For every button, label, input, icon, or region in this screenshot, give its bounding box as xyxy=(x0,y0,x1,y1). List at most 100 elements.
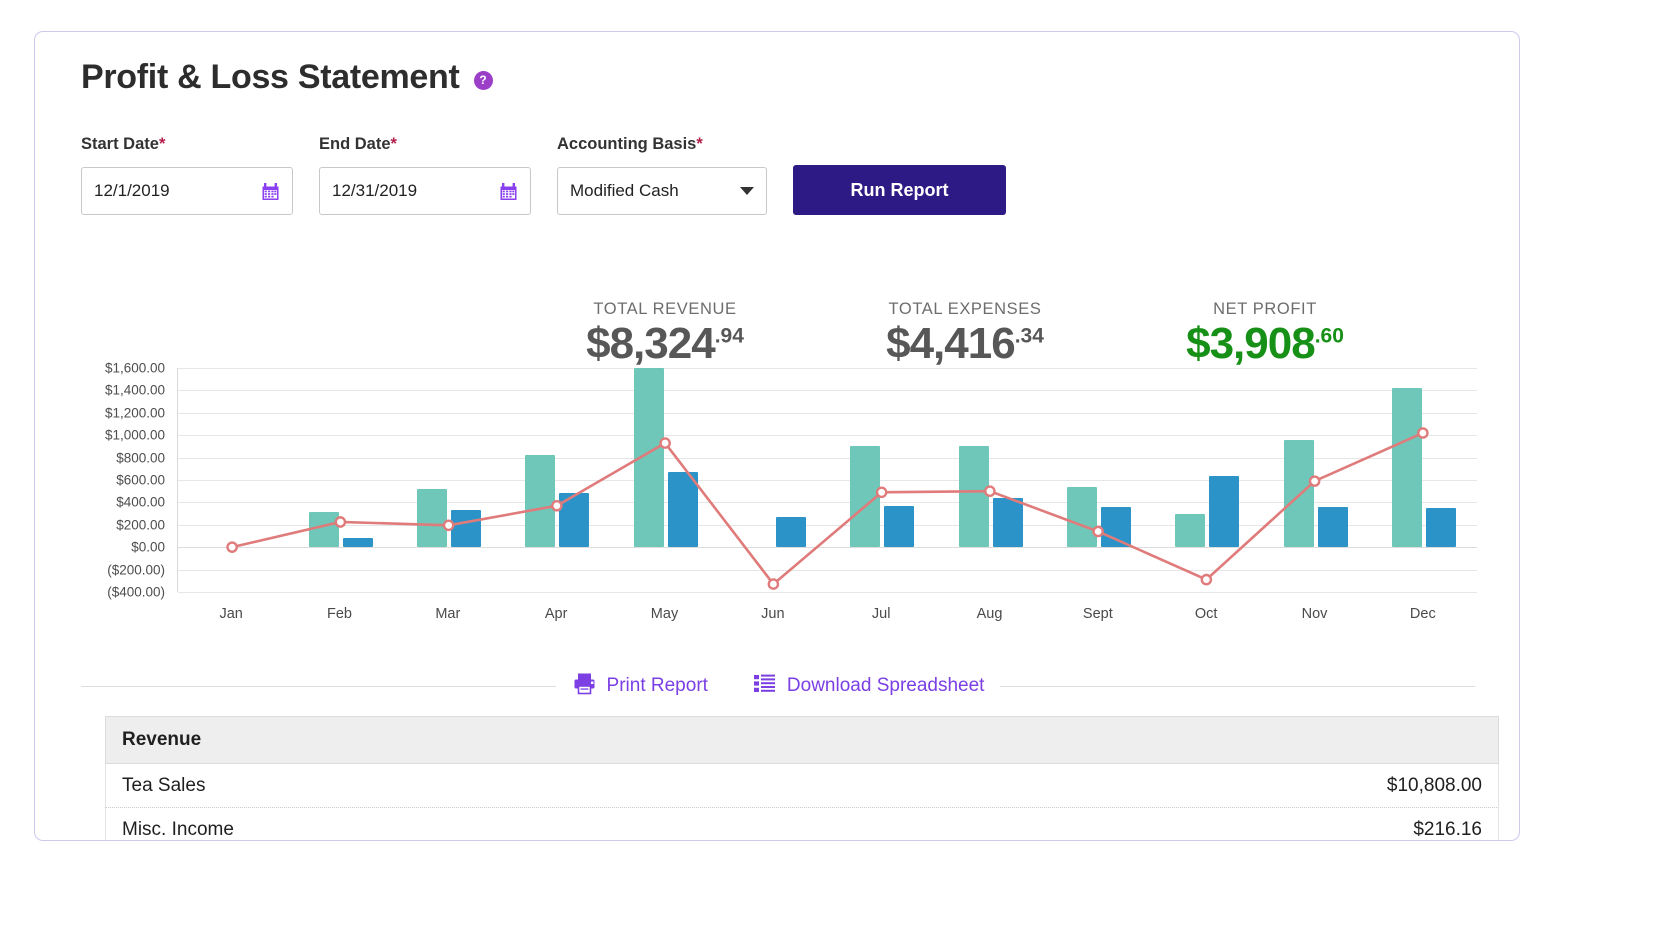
kpi-dollars: $8,324 xyxy=(586,319,716,368)
x-axis-tick-label: Apr xyxy=(544,606,568,622)
required-marker: * xyxy=(696,135,703,153)
y-axis-tick-label: $400.00 xyxy=(116,494,165,510)
y-axis-tick-label: $1,400.00 xyxy=(104,382,165,398)
page-title: Profit & Loss Statement xyxy=(81,58,460,96)
net-profit-point[interactable] xyxy=(442,519,455,532)
net-profit-point[interactable] xyxy=(1308,475,1321,487)
chart-y-axis: $1,600.00 $1,400.00 $1,200.00 $1,000.00 $800… xyxy=(81,361,171,600)
calendar-icon[interactable] xyxy=(261,182,280,201)
print-report-link[interactable]: Print Report xyxy=(556,671,724,702)
kpi-cents: .34 xyxy=(1014,324,1044,348)
net-profit-point[interactable] xyxy=(226,541,238,553)
run-report-button[interactable]: Run Report xyxy=(793,165,1006,215)
x-axis-tick-label: Jan xyxy=(219,606,243,622)
kpi-total-expenses: TOTAL EXPENSES $4,416.34 xyxy=(815,300,1115,367)
net-profit-point[interactable] xyxy=(1200,573,1213,586)
accounting-basis-label: Accounting Basis* xyxy=(557,135,703,153)
kpi-label: TOTAL REVENUE xyxy=(593,300,737,318)
kpi-total-revenue: TOTAL REVENUE $8,324.94 xyxy=(515,300,815,367)
report-card: Profit & Loss Statement ? Start Date* 12… xyxy=(34,31,1520,841)
chart-net-profit-line xyxy=(226,427,1429,590)
end-date-value: 12/31/2019 xyxy=(332,181,418,200)
table-section-header: Revenue xyxy=(105,716,1499,764)
x-axis-tick-label: Dec xyxy=(1409,606,1436,622)
report-table: Revenue Tea Sales $10,808.00 Misc. Income $… xyxy=(105,716,1499,840)
end-date-input[interactable]: 12/31/2019 xyxy=(319,167,531,215)
net-profit-point[interactable] xyxy=(1092,525,1104,538)
page-header: Profit & Loss Statement ? xyxy=(81,60,493,94)
kpi-label: TOTAL EXPENSES xyxy=(888,300,1042,318)
net-profit-point[interactable] xyxy=(984,485,996,497)
x-axis-tick-label: Jun xyxy=(761,606,785,622)
print-report-label: Print Report xyxy=(606,675,708,696)
x-axis-tick-label: Mar xyxy=(435,606,461,622)
kpi-cents: .60 xyxy=(1314,324,1344,348)
net-profit-point[interactable] xyxy=(767,578,780,590)
x-axis-tick-label: Sept xyxy=(1082,606,1113,622)
download-spreadsheet-label: Download Spreadsheet xyxy=(786,675,985,696)
divider xyxy=(81,685,556,687)
gridline xyxy=(178,592,1477,593)
kpi-label: NET PROFIT xyxy=(1213,300,1317,318)
profit-loss-chart: $1,600.00 $1,400.00 $1,200.00 $1,000.00 $800… xyxy=(81,361,1481,638)
required-marker: * xyxy=(390,135,397,153)
x-axis-tick-label: Nov xyxy=(1301,606,1328,622)
net-profit-point[interactable] xyxy=(659,437,671,449)
table-row-amount: $216.16 xyxy=(1413,818,1482,840)
end-date-label: End Date* xyxy=(319,135,397,153)
y-axis-tick-label: $1,200.00 xyxy=(104,405,165,421)
y-axis-tick-label: ($200.00) xyxy=(107,562,165,578)
net-profit-line-path xyxy=(231,431,1424,586)
table-row: Misc. Income $216.16 xyxy=(105,808,1499,840)
accounting-basis-value: Modified Cash xyxy=(570,181,679,200)
chart-plot-area xyxy=(177,368,1477,593)
kpi-net-profit: NET PROFIT $3,908.60 xyxy=(1115,300,1415,367)
x-axis-tick-label: Feb xyxy=(327,606,352,622)
net-profit-point[interactable] xyxy=(1417,427,1429,439)
start-date-label: Start Date* xyxy=(81,135,166,153)
y-axis-tick-label: $1,600.00 xyxy=(104,360,165,376)
x-axis-tick-label: Jul xyxy=(871,606,891,622)
y-axis-tick-label: $600.00 xyxy=(116,472,165,488)
kpi-dollars: $4,416 xyxy=(886,319,1016,368)
start-date-input[interactable]: 12/1/2019 xyxy=(81,167,293,215)
required-marker: * xyxy=(158,135,166,153)
kpi-value: $8,324.94 xyxy=(515,319,815,368)
filter-bar: Start Date* 12/1/2019 End Date* 12/31/20… xyxy=(81,135,1006,215)
y-axis-tick-label: $0.00 xyxy=(131,539,165,555)
kpi-value: $3,908.60 xyxy=(1115,319,1415,368)
chevron-down-icon[interactable] xyxy=(740,187,754,195)
table-row-name: Misc. Income xyxy=(122,818,234,840)
kpi-cents: .94 xyxy=(714,324,744,348)
x-axis-tick-label: Aug xyxy=(976,606,1003,622)
y-axis-tick-label: $800.00 xyxy=(116,450,165,466)
question-mark-icon[interactable]: ? xyxy=(473,70,493,90)
net-profit-point[interactable] xyxy=(875,486,888,499)
kpi-dollars: $3,908 xyxy=(1186,319,1316,368)
report-actions: Print Report Download Spreadsheet xyxy=(81,666,1475,706)
accounting-basis-select[interactable]: Modified Cash xyxy=(557,167,767,215)
y-axis-tick-label: $200.00 xyxy=(116,517,165,533)
start-date-value: 12/1/2019 xyxy=(94,181,170,200)
accounting-basis-field: Accounting Basis* Modified Cash xyxy=(557,135,767,215)
table-row-name: Tea Sales xyxy=(122,774,206,796)
printer-icon xyxy=(572,671,597,702)
x-axis-tick-label: Oct xyxy=(1194,606,1218,622)
divider xyxy=(1000,685,1475,687)
download-spreadsheet-link[interactable]: Download Spreadsheet xyxy=(736,671,1001,702)
y-axis-tick-label: ($400.00) xyxy=(107,584,165,600)
table-row: Tea Sales $10,808.00 xyxy=(105,764,1499,808)
table-body: Tea Sales $10,808.00 Misc. Income $216.16 xyxy=(105,764,1499,840)
x-axis-tick-label: May xyxy=(650,606,679,622)
net-profit-point[interactable] xyxy=(334,516,347,528)
spreadsheet-icon xyxy=(752,671,777,702)
y-axis-tick-label: $1,000.00 xyxy=(104,427,165,443)
table-row-amount: $10,808.00 xyxy=(1386,774,1482,796)
summary-metrics: TOTAL REVENUE $8,324.94 TOTAL EXPENSES $… xyxy=(515,300,1415,367)
start-date-field: Start Date* 12/1/2019 xyxy=(81,135,293,215)
end-date-field: End Date* 12/31/2019 xyxy=(319,135,531,215)
chart-x-axis: Jan Feb Mar Apr May Jun Jul Aug Sept Oct Nov Dec xyxy=(177,606,1477,630)
calendar-icon[interactable] xyxy=(499,182,518,201)
net-profit-point[interactable] xyxy=(551,499,563,512)
kpi-value: $4,416.34 xyxy=(815,319,1115,368)
